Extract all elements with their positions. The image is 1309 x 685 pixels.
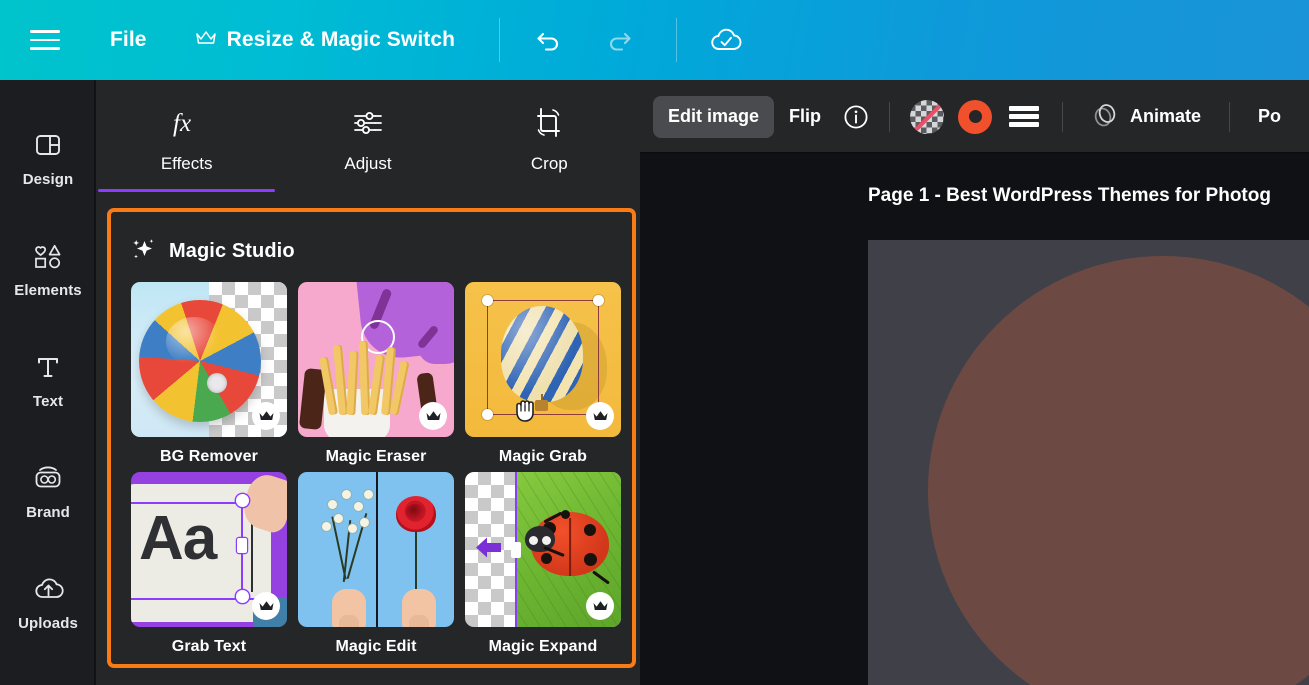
magic-studio-title: Magic Studio bbox=[169, 239, 295, 262]
magic-grab-thumbnail bbox=[465, 282, 621, 437]
tool-bg-remover[interactable]: BG Remover bbox=[131, 282, 287, 466]
magic-studio-highlight: Magic Studio BG Remover Magic Eraser Mag… bbox=[107, 208, 636, 668]
sidebar-item-design[interactable]: Design bbox=[0, 102, 96, 213]
animate-ovals-icon bbox=[1091, 100, 1121, 133]
sidebar-item-elements[interactable]: Elements bbox=[0, 213, 96, 324]
tab-label: Crop bbox=[530, 153, 568, 173]
top-bar: File Resize & Magic Switch bbox=[0, 0, 1309, 80]
tab-adjust[interactable]: Adjust bbox=[277, 86, 458, 192]
toolbar-divider-1 bbox=[499, 18, 501, 62]
pro-crown-icon bbox=[252, 592, 280, 620]
flip-button[interactable]: Flip bbox=[774, 96, 836, 138]
before-after-divider bbox=[376, 472, 378, 627]
position-button[interactable]: Po bbox=[1243, 96, 1296, 138]
sliders-icon bbox=[351, 105, 385, 141]
page-title-label: Page 1 - Best WordPress Themes for Photo… bbox=[868, 185, 1271, 206]
border-color-swatch-icon[interactable] bbox=[958, 99, 993, 134]
sidebar-item-draw[interactable] bbox=[0, 657, 96, 685]
sidebar-item-label: Design bbox=[22, 170, 74, 188]
tool-label: Magic Edit bbox=[335, 638, 417, 655]
toolbar-divider-4 bbox=[1062, 101, 1064, 132]
cloud-check-icon[interactable] bbox=[699, 13, 753, 67]
editor-stage: Edit image Flip Animate Po Page 1 - Best… bbox=[640, 80, 1309, 685]
hamburger-icon[interactable] bbox=[22, 30, 68, 50]
tool-grab-text[interactable]: Aa Grab Text bbox=[131, 472, 287, 656]
sidebar-item-label: Text bbox=[32, 392, 64, 410]
upload-cloud-icon bbox=[32, 572, 64, 606]
tool-magic-expand[interactable]: Magic Expand bbox=[465, 472, 621, 656]
fx-icon: fx bbox=[169, 105, 205, 141]
shapes-icon bbox=[32, 239, 64, 273]
tool-magic-edit[interactable]: Magic Edit bbox=[298, 472, 454, 656]
svg-text:fx: fx bbox=[173, 110, 191, 137]
brand-radio-icon bbox=[32, 461, 64, 495]
sidebar-item-brand[interactable]: Brand bbox=[0, 435, 96, 546]
tab-crop[interactable]: Crop bbox=[459, 86, 640, 192]
layout-icon bbox=[33, 128, 63, 162]
resize-magic-switch-label: Resize & Magic Switch bbox=[226, 28, 456, 51]
resize-magic-switch-button[interactable]: Resize & Magic Switch bbox=[195, 28, 456, 52]
info-icon[interactable] bbox=[836, 97, 876, 137]
tab-effects[interactable]: fx Effects bbox=[96, 86, 277, 192]
tool-label: Grab Text bbox=[171, 638, 247, 655]
tool-magic-eraser[interactable]: Magic Eraser bbox=[298, 282, 454, 466]
undo-icon[interactable] bbox=[522, 13, 576, 67]
circle-shape-element[interactable] bbox=[928, 256, 1309, 685]
file-menu-button[interactable]: File bbox=[110, 28, 147, 52]
pro-crown-icon bbox=[419, 402, 447, 430]
edit-image-button[interactable]: Edit image bbox=[653, 95, 775, 138]
toolbar-divider-5 bbox=[1229, 101, 1231, 132]
redo-icon[interactable] bbox=[592, 13, 646, 67]
effects-panel: fx Effects Adjust Crop Magic Studio BG R… bbox=[96, 80, 640, 685]
magic-studio-section: Magic Studio BG Remover Magic Eraser Mag… bbox=[114, 215, 629, 661]
pro-crown-icon bbox=[252, 402, 280, 430]
text-t-icon bbox=[33, 350, 63, 384]
pro-crown-icon bbox=[586, 402, 614, 430]
tool-magic-grab[interactable]: Magic Grab bbox=[465, 282, 621, 466]
panel-tabs: fx Effects Adjust Crop bbox=[96, 80, 640, 192]
pro-crown-icon bbox=[586, 592, 614, 620]
sidebar-item-label: Brand bbox=[26, 503, 70, 521]
magic-studio-grid: BG Remover Magic Eraser Magic Grab Aa Gr… bbox=[131, 282, 621, 656]
magic-expand-thumbnail bbox=[465, 472, 621, 627]
crown-icon bbox=[195, 29, 217, 52]
align-lines-icon[interactable] bbox=[1009, 105, 1040, 128]
expand-arrow-icon bbox=[473, 532, 507, 567]
tab-label: Effects bbox=[160, 153, 213, 173]
magic-eraser-thumbnail bbox=[298, 282, 454, 437]
tool-label: Magic Grab bbox=[498, 448, 588, 465]
sidebar-item-label: Elements bbox=[14, 281, 82, 299]
canvas-area[interactable]: Page 1 - Best WordPress Themes for Photo… bbox=[640, 153, 1309, 685]
tool-label: Magic Expand bbox=[488, 638, 598, 655]
sidebar-item-text[interactable]: Text bbox=[0, 324, 96, 435]
toolbar-divider-2 bbox=[676, 18, 678, 62]
animate-button[interactable]: Animate bbox=[1076, 96, 1216, 138]
aa-sample-text: Aa bbox=[139, 504, 217, 573]
tool-label: Magic Eraser bbox=[325, 448, 427, 465]
grab-hand-cursor-icon bbox=[509, 392, 543, 431]
crop-icon bbox=[532, 105, 566, 141]
sidebar-item-uploads[interactable]: Uploads bbox=[0, 546, 96, 657]
sidebar-item-label: Uploads bbox=[18, 614, 78, 632]
hot-air-balloon-graphic bbox=[501, 306, 583, 402]
animate-label: Animate bbox=[1130, 106, 1202, 126]
grab-text-thumbnail: Aa bbox=[131, 472, 287, 627]
left-sidebar: Design Elements Text Brand Uploads bbox=[0, 80, 96, 685]
image-toolbar: Edit image Flip Animate Po bbox=[640, 80, 1309, 153]
toolbar-divider-3 bbox=[889, 101, 891, 132]
tool-label: BG Remover bbox=[160, 448, 258, 465]
bg-remover-thumbnail bbox=[131, 282, 287, 437]
no-fill-swatch-icon[interactable] bbox=[910, 99, 945, 134]
canva-editor-window: File Resize & Magic Switch Design Elemen… bbox=[0, 0, 1309, 685]
sparkles-icon bbox=[131, 236, 157, 267]
beach-ball-graphic bbox=[139, 300, 261, 422]
design-page[interactable] bbox=[868, 240, 1309, 685]
magic-edit-thumbnail bbox=[298, 472, 454, 627]
magic-studio-header: Magic Studio bbox=[131, 229, 612, 273]
tab-label: Adjust bbox=[344, 153, 392, 173]
